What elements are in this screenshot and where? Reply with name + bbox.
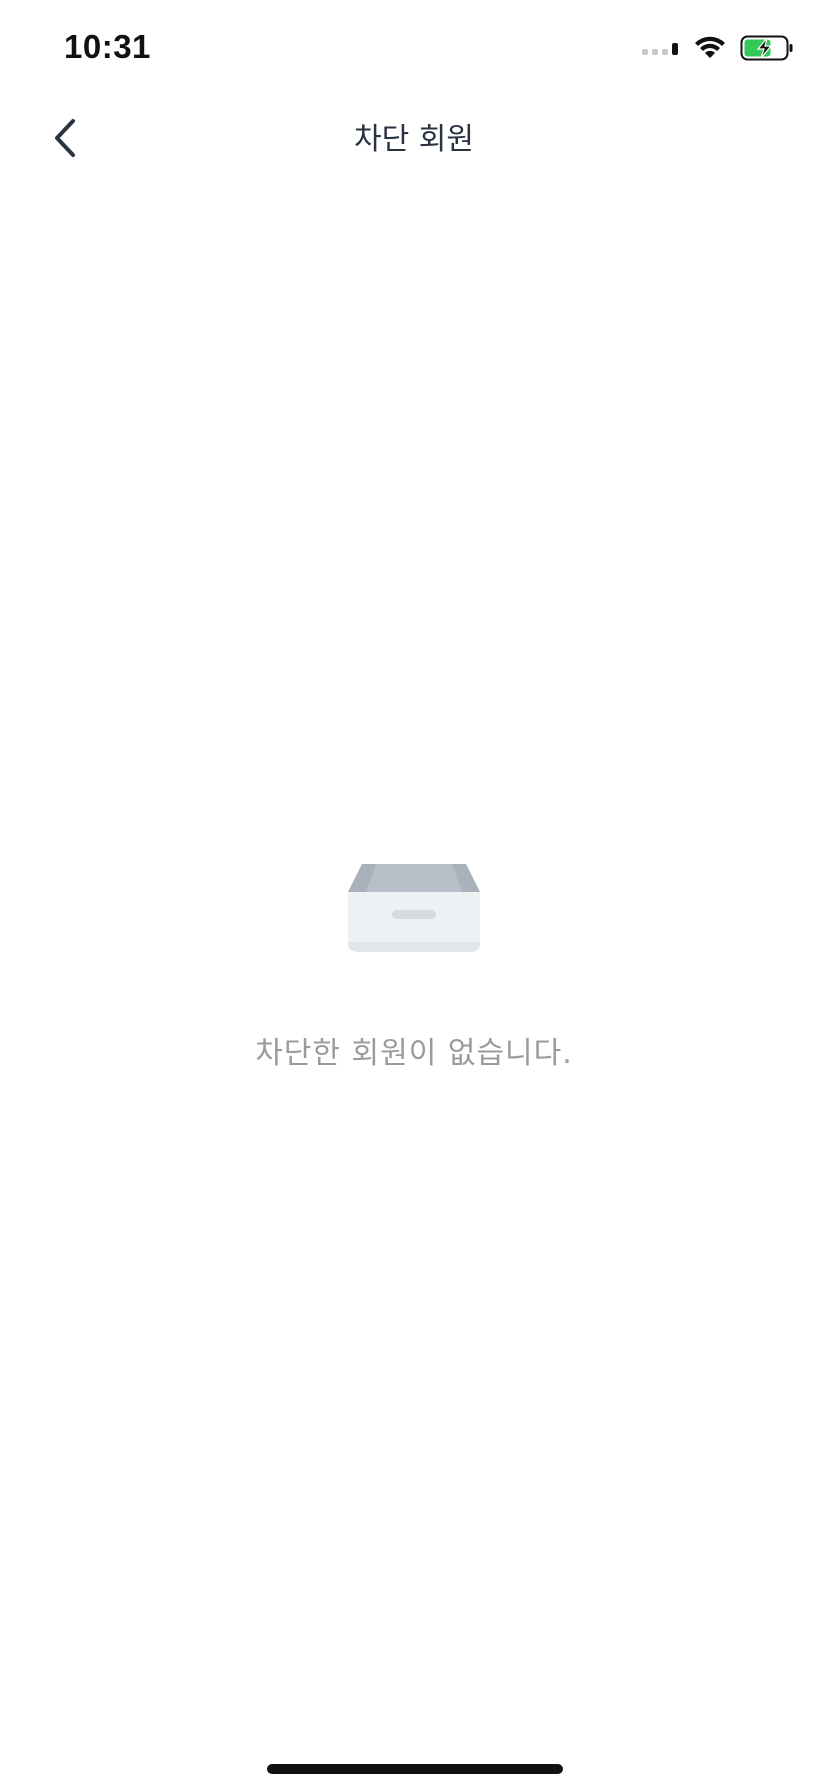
empty-state: 차단한 회원이 없습니다. [0, 860, 828, 1072]
home-indicator[interactable] [267, 1764, 563, 1774]
battery-charging-icon [740, 35, 794, 65]
cellular-signal-icon [642, 40, 680, 60]
status-time: 10:31 [64, 28, 151, 65]
empty-message: 차단한 회원이 없습니다. [255, 1036, 573, 1071]
status-icons [642, 34, 794, 66]
page-title: 차단 회원 [354, 122, 474, 157]
wifi-icon [694, 36, 726, 64]
nav-bar: 차단 회원 [0, 100, 828, 180]
status-bar: 10:31 [0, 0, 828, 100]
empty-drawer-icon [348, 864, 480, 952]
